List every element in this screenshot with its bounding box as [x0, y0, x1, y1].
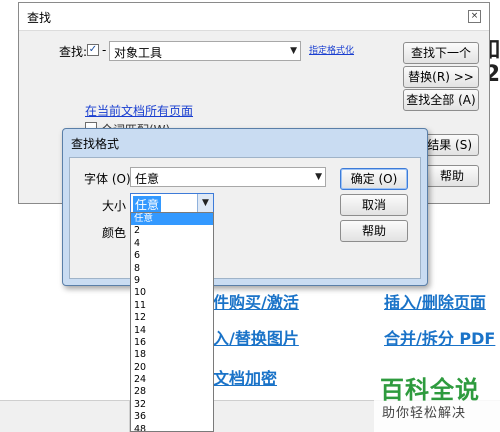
specify-format-link[interactable]: 指定格式化 [309, 43, 354, 56]
size-option[interactable]: 32 [131, 399, 213, 411]
size-option[interactable]: 9 [131, 275, 213, 287]
size-option[interactable]: 36 [131, 411, 213, 423]
link-insert-replace-image[interactable]: 入/替换图片 [213, 325, 299, 349]
find-input[interactable]: 对象工具 ▼ [109, 41, 301, 61]
find-checkbox[interactable]: ✓ [87, 44, 99, 56]
find-dash: - [102, 43, 107, 57]
find-next-button[interactable]: 查找下一个 [403, 42, 479, 64]
find-all-button[interactable]: 查找全部 (A) [403, 89, 479, 111]
link-purchase-activate[interactable]: 件购买/激活 [213, 289, 299, 313]
link-insert-delete-pages[interactable]: 插入/删除页面 [384, 289, 486, 313]
find-dialog-title: 查找 [27, 11, 52, 25]
size-option[interactable]: 4 [131, 238, 213, 250]
format-help-button[interactable]: 帮助 [340, 220, 408, 242]
cancel-button[interactable]: 取消 [340, 194, 408, 216]
find-dialog-titlebar: 查找 × [19, 3, 489, 31]
strip-cell [0, 401, 130, 432]
chevron-down-icon[interactable]: ▼ [315, 168, 322, 186]
replace-button[interactable]: 替换(R) >> [403, 66, 479, 88]
find-label: 查找: [59, 45, 88, 59]
size-option[interactable]: 2 [131, 225, 213, 237]
size-option[interactable]: 48 [131, 424, 213, 431]
chevron-down-icon[interactable]: ▼ [197, 194, 213, 212]
color-label: 颜色 [102, 226, 127, 240]
search-all-pages-link[interactable]: 在当前文档所有页面 [85, 102, 193, 119]
size-option[interactable]: 18 [131, 349, 213, 361]
size-option[interactable]: 6 [131, 250, 213, 262]
watermark-title: 百科全说 [380, 376, 480, 404]
link-merge-split-pdf[interactable]: 合并/拆分 PDF [384, 325, 495, 349]
chevron-down-icon[interactable]: ▼ [290, 42, 297, 60]
size-select[interactable]: 任意 ▼ [130, 193, 214, 213]
size-option[interactable]: 28 [131, 386, 213, 398]
size-option[interactable]: 20 [131, 362, 213, 374]
size-option[interactable]: 10 [131, 287, 213, 299]
font-select[interactable]: 任意 ▼ [130, 167, 326, 187]
link-document-encryption[interactable]: 文档加密 [213, 365, 277, 389]
size-select-value: 任意 [133, 196, 162, 213]
find-format-title: 查找格式 [71, 137, 120, 151]
size-option[interactable]: 16 [131, 337, 213, 349]
size-label: 大小 [102, 199, 127, 213]
font-select-value: 任意 [135, 172, 160, 186]
size-option[interactable]: 任意 [131, 213, 213, 226]
size-dropdown-list[interactable]: 任意2468910111214161820242832364872 [130, 212, 214, 432]
size-option[interactable]: 11 [131, 300, 213, 312]
size-option[interactable]: 12 [131, 312, 213, 324]
font-label: 字体 (O) [84, 172, 131, 186]
close-icon[interactable]: × [468, 10, 481, 23]
watermark-subtitle: 助你轻松解决 [382, 406, 467, 421]
size-option[interactable]: 24 [131, 374, 213, 386]
ok-button[interactable]: 确定 (O) [340, 168, 408, 190]
watermark-logo: 百科全说 助你轻松解决 [374, 368, 500, 432]
size-option[interactable]: 8 [131, 263, 213, 275]
find-input-value: 对象工具 [114, 46, 163, 60]
size-option[interactable]: 14 [131, 325, 213, 337]
